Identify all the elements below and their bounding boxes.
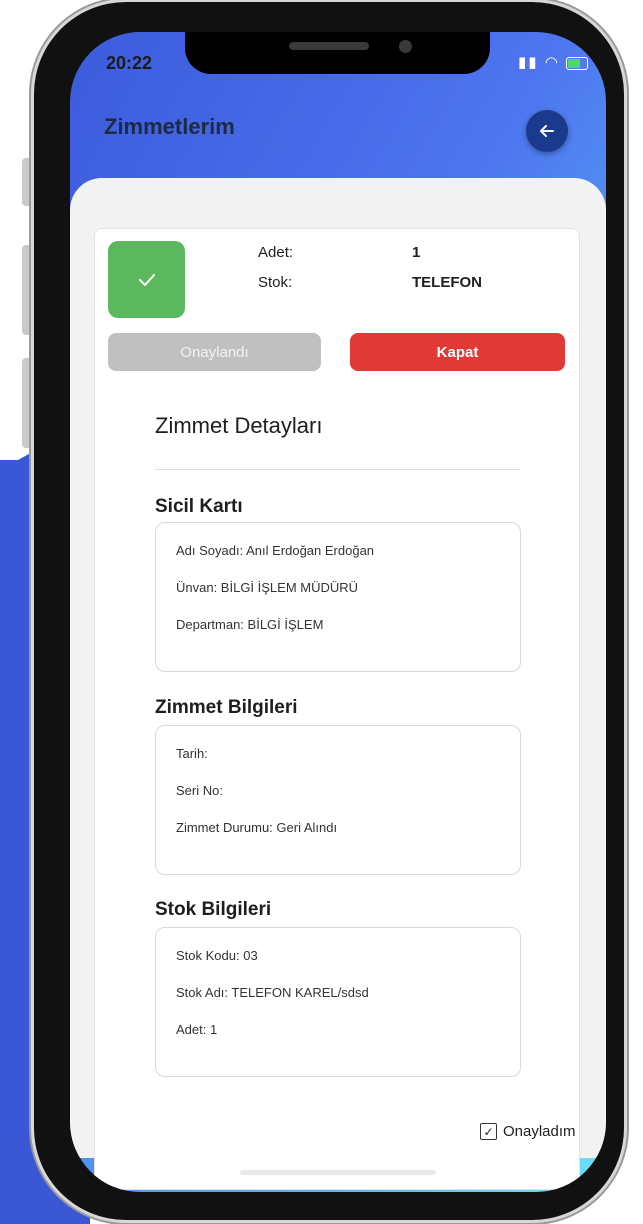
notch (185, 32, 490, 74)
content-sheet: Adet: 1 Stok: TELEFON Onaylandı Kapat Zi… (70, 178, 606, 1190)
zimmet-date: Tarih: (176, 746, 208, 761)
status-icons: ▮▮ ◠ (518, 53, 588, 71)
confirm-checkbox-row[interactable]: ✓ Onayladım (480, 1123, 576, 1140)
stok-section-title: Stok Bilgileri (155, 899, 272, 920)
zimmet-serial: Seri No: (176, 783, 223, 798)
speaker (289, 42, 369, 50)
approved-button[interactable]: Onaylandı (108, 333, 321, 371)
divider (155, 469, 520, 470)
stok-value: TELEFON (412, 274, 482, 291)
app-screen: 20:22 ▮▮ ◠ Zimmetlerim Adet: 1 Stok: TEL… (70, 32, 606, 1192)
confirm-checkbox[interactable]: ✓ (480, 1123, 497, 1140)
arrow-left-icon (540, 125, 554, 137)
zimmet-section-title: Zimmet Bilgileri (155, 697, 298, 718)
confirm-label: Onayladım (503, 1123, 576, 1140)
page-title: Zimmetlerim (104, 114, 235, 139)
stok-code: Stok Kodu: 03 (176, 948, 258, 963)
close-button[interactable]: Kapat (350, 333, 565, 371)
sicil-section-title: Sicil Kartı (155, 496, 243, 517)
camera (399, 40, 412, 53)
assignment-card: Adet: 1 Stok: TELEFON Onaylandı Kapat Zi… (94, 228, 580, 1190)
adet-value: 1 (412, 244, 421, 261)
sicil-name: Adı Soyadı: Anıl Erdoğan Erdoğan (176, 543, 375, 558)
signal-icon: ▮▮ (518, 54, 539, 71)
home-indicator[interactable] (240, 1170, 436, 1175)
checkmark-icon (138, 273, 155, 286)
back-button[interactable] (526, 110, 568, 152)
stok-label: Stok: (258, 274, 293, 291)
sicil-department: Departman: BİLGİ İŞLEM (176, 617, 324, 632)
wifi-icon: ◠ (544, 54, 560, 71)
adet-label: Adet: (258, 244, 294, 261)
approved-status-badge (108, 241, 185, 318)
sicil-info-box: Adı Soyadı: Anıl Erdoğan Erdoğan Ünvan: … (155, 522, 521, 672)
zimmet-status: Zimmet Durumu: Geri Alındı (176, 820, 338, 835)
battery-icon (566, 56, 588, 70)
sicil-title: Ünvan: BİLGİ İŞLEM MÜDÜRÜ (176, 580, 359, 595)
stok-info-box: Stok Kodu: 03 Stok Adı: TELEFON KAREL/sd… (155, 927, 521, 1077)
zimmet-info-box: Tarih: Seri No: Zimmet Durumu: Geri Alın… (155, 725, 521, 875)
details-title: Zimmet Detayları (155, 413, 323, 438)
stok-name: Stok Adı: TELEFON KAREL/sdsd (176, 985, 369, 1000)
stok-count: Adet: 1 (176, 1022, 218, 1037)
status-time: 20:22 (106, 53, 153, 73)
